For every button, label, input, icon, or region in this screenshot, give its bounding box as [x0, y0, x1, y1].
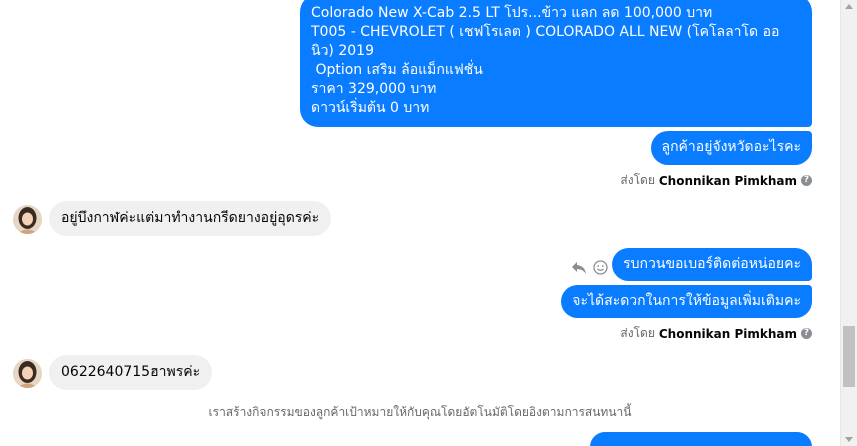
scroll-up-arrow-icon[interactable] — [845, 4, 853, 9]
vertical-scrollbar[interactable] — [840, 0, 857, 446]
avatar-image — [13, 359, 42, 388]
ask-province-bubble[interactable]: ลูกค้าอยู่จังหวัดอะไรคะ — [650, 131, 812, 165]
avatar[interactable] — [13, 359, 42, 388]
product-line-1: Colorado New X-Cab 2.5 LT โปร...ข้าว แลก… — [311, 5, 713, 21]
ask-phone-bubble[interactable]: รบกวนขอเบอร์ติดต่อหน่อยคะ — [612, 248, 812, 281]
sent-by-label-2: ส่งโดย Chonnikan Pimkham ? — [620, 324, 812, 343]
sent-by-label-1: ส่งโดย Chonnikan Pimkham ? — [620, 171, 812, 190]
product-line-6: ดาวน์เริ่มต้น 0 บาท — [311, 100, 430, 116]
avatar[interactable] — [13, 205, 42, 234]
reply-phone-bubble[interactable]: 0622640715ฮาพรค่ะ — [49, 355, 213, 390]
scroll-down-arrow-icon[interactable] — [845, 437, 853, 442]
product-line-2: T005 - CHEVROLET ( เชฟโรเลต ) COLORADO A… — [311, 24, 780, 59]
reply-province-bubble[interactable]: อยู่บึงกาฬค่ะแต่มาทำงานกรีดยางอยู่อุดรค่… — [49, 201, 332, 236]
message-actions — [571, 260, 608, 275]
product-line-5: ราคา 329,000 บาท — [311, 81, 437, 97]
automation-notice: เราสร้างกิจกรรมของลูกค้าเป้าหมายให้กับคุ… — [208, 405, 632, 419]
sent-by-prefix: ส่งโดย — [620, 173, 655, 187]
info-icon[interactable]: ? — [801, 175, 812, 186]
product-line-3 — [311, 42, 801, 61]
product-message-bubble[interactable]: Colorado New X-Cab 2.5 LT โปร...ข้าว แลก… — [300, 0, 812, 127]
partial-message-bubble[interactable] — [590, 432, 812, 446]
sent-by-prefix: ส่งโดย — [620, 326, 655, 340]
smiley-icon[interactable] — [593, 260, 608, 275]
scroll-thumb[interactable] — [843, 326, 855, 387]
sender-name: Chonnikan Pimkham — [658, 173, 797, 188]
conversation-thread: Colorado New X-Cab 2.5 LT โปร...ข้าว แลก… — [0, 0, 840, 446]
avatar-image — [13, 205, 42, 234]
info-icon[interactable]: ? — [801, 328, 812, 339]
product-line-4: Option เสริม ล้อแม็กแฟชั่น — [311, 62, 483, 78]
ask-info-bubble[interactable]: จะได้สะดวกในการให้ข้อมูลเพิ่มเติมคะ — [561, 285, 812, 318]
sender-name: Chonnikan Pimkham — [658, 326, 797, 341]
reply-icon[interactable] — [571, 261, 587, 275]
